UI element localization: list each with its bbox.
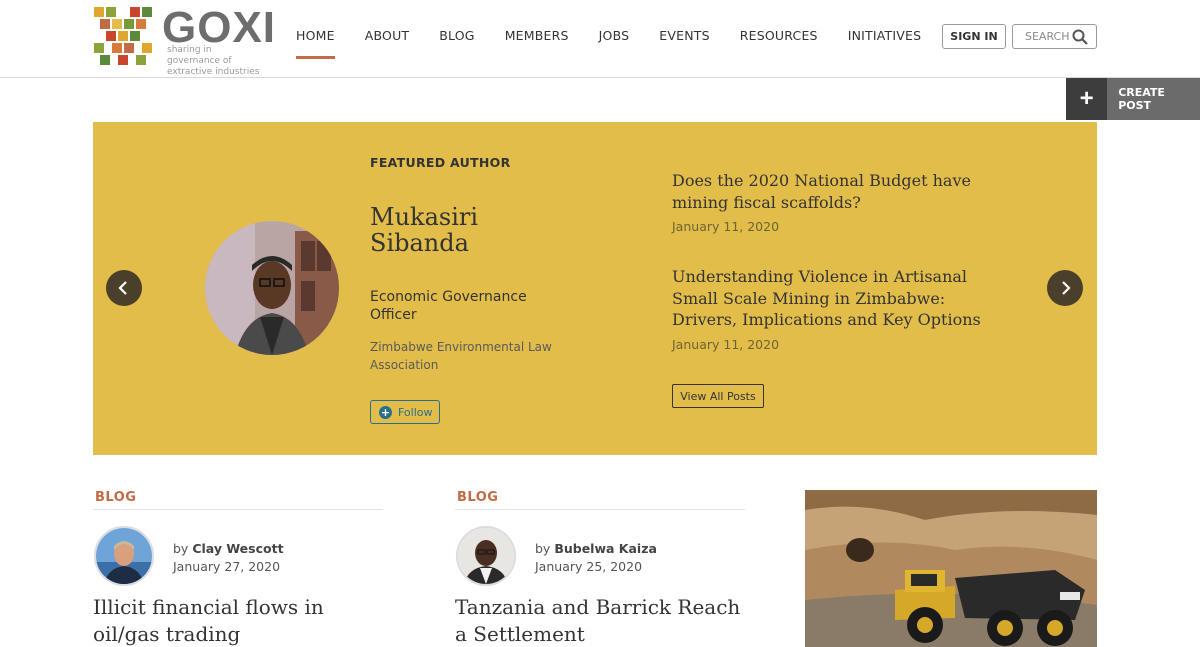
card-date: January 25, 2020 [535, 559, 643, 574]
card-byline: by Bubelwa Kaiza January 25, 2020 [535, 540, 657, 576]
featured-author-label: FEATURED AUTHOR [370, 155, 511, 170]
featured-post[interactable]: Does the 2020 National Budget have minin… [672, 170, 992, 234]
author-photo [96, 528, 152, 584]
carousel-prev-button[interactable] [106, 270, 142, 306]
card-author-avatar[interactable] [94, 526, 154, 586]
logo-tagline: sharing in governance of extractive indu… [167, 45, 260, 77]
goxi-logo[interactable]: GOXI sharing in governance of extractive… [92, 3, 275, 77]
mining-truck-photo [805, 490, 1097, 647]
chevron-right-icon [1062, 281, 1071, 295]
logo-mark-icon [94, 7, 152, 65]
featured-author-banner: FEATURED AUTHOR Mukasiri Sibanda Economi… [93, 122, 1097, 455]
mining-truck-image[interactable] [805, 490, 1097, 647]
create-post-label: CREATE POST [1118, 86, 1165, 112]
featured-post-date: January 11, 2020 [672, 219, 780, 234]
author-photo [205, 221, 339, 355]
main-nav: HOME ABOUT BLOG MEMBERS JOBS EVENTS RESO… [296, 28, 951, 59]
author-photo [458, 528, 514, 584]
blog-category-label[interactable]: BLOG [455, 490, 745, 510]
card-title[interactable]: Illicit financial flows in oil/gas tradi… [93, 594, 383, 647]
search-icon[interactable] [1072, 29, 1088, 45]
blog-card: BLOG by Bubelwa Kaiza January 25, 2020 T… [455, 490, 745, 646]
create-post-button[interactable]: + CREATE POST [1066, 78, 1200, 120]
sign-in-button[interactable]: SIGN IN [942, 24, 1006, 49]
carousel-next-button[interactable] [1047, 270, 1083, 306]
by-label: by [535, 541, 551, 556]
site-header: GOXI sharing in governance of extractive… [0, 0, 1200, 78]
card-author-name[interactable]: Clay Wescott [192, 541, 283, 556]
featured-post-title[interactable]: Does the 2020 National Budget have minin… [672, 170, 992, 213]
featured-author-organization: Zimbabwe Environmental Law Association [370, 340, 552, 372]
card-author-avatar[interactable] [456, 526, 516, 586]
plus-icon: + [1066, 78, 1108, 120]
nav-about[interactable]: ABOUT [365, 28, 410, 43]
featured-post-title[interactable]: Understanding Violence in Artisanal Smal… [672, 266, 992, 331]
blog-category-label[interactable]: BLOG [93, 490, 383, 510]
featured-post[interactable]: Understanding Violence in Artisanal Smal… [672, 266, 992, 352]
nav-members[interactable]: MEMBERS [505, 28, 569, 43]
featured-author-role: Economic Governance Officer [370, 289, 527, 323]
follow-label: Follow [398, 405, 433, 419]
search-placeholder: SEARCH [1025, 30, 1070, 43]
nav-events[interactable]: EVENTS [659, 28, 709, 43]
nav-resources[interactable]: RESOURCES [740, 28, 818, 43]
card-title[interactable]: Tanzania and Barrick Reach a Settlement [455, 594, 745, 647]
nav-blog[interactable]: BLOG [439, 28, 474, 43]
nav-home[interactable]: HOME [296, 28, 335, 59]
nav-jobs[interactable]: JOBS [599, 28, 630, 43]
card-byline: by Clay Wescott January 27, 2020 [173, 540, 284, 576]
by-label: by [173, 541, 189, 556]
blog-card: BLOG by Clay Wescott January 27, 2020 Il… [93, 490, 383, 646]
featured-post-date: January 11, 2020 [672, 336, 780, 352]
chevron-left-icon [118, 281, 127, 295]
nav-initiatives[interactable]: INITIATIVES [848, 28, 922, 43]
plus-circle-icon: + [379, 405, 392, 419]
follow-button[interactable]: + Follow [370, 400, 440, 424]
featured-author-name[interactable]: Mukasiri Sibanda [370, 204, 570, 256]
search-box[interactable]: SEARCH [1012, 24, 1097, 49]
card-author-name[interactable]: Bubelwa Kaiza [554, 541, 657, 556]
featured-author-avatar[interactable] [205, 221, 339, 355]
view-all-posts-button[interactable]: View All Posts [672, 384, 764, 408]
card-date: January 27, 2020 [173, 559, 281, 574]
